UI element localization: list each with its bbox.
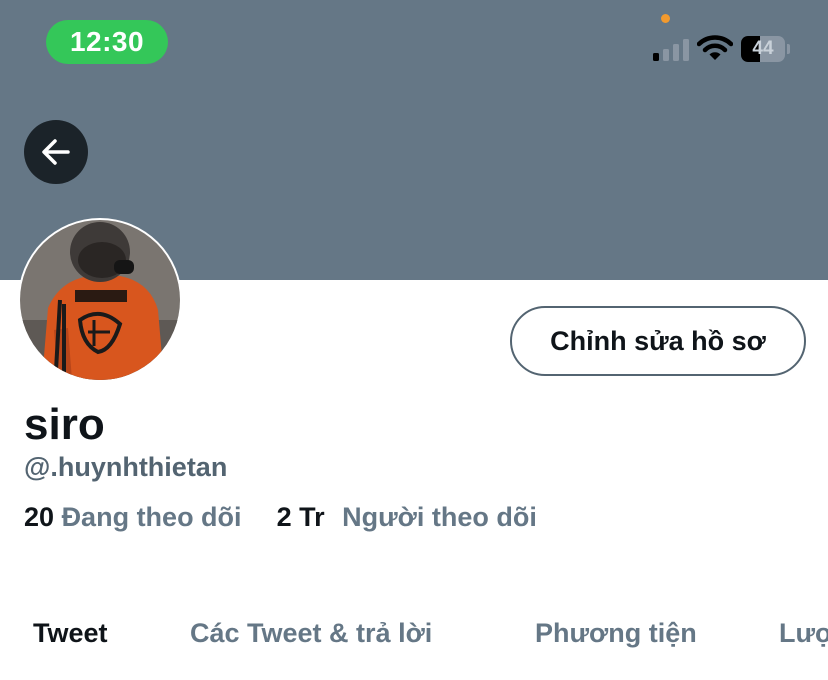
microphone-indicator-dot bbox=[661, 14, 670, 23]
battery-level: 44 bbox=[752, 38, 774, 59]
edit-profile-button[interactable]: Chỉnh sửa hồ sơ bbox=[510, 306, 806, 376]
following-link[interactable]: 20 Đang theo dõi bbox=[24, 502, 249, 532]
battery-icon: 44 bbox=[741, 36, 790, 62]
arrow-left-icon bbox=[42, 139, 70, 165]
followers-link[interactable]: 2 Tr Người theo dõi bbox=[277, 502, 537, 532]
avatar-image bbox=[20, 220, 180, 380]
tab-likes[interactable]: Lượt thích bbox=[779, 618, 828, 649]
tab-tweets-and-replies[interactable]: Các Tweet & trả lời bbox=[190, 618, 432, 649]
wifi-icon bbox=[697, 35, 733, 60]
tab-media[interactable]: Phương tiện bbox=[535, 618, 697, 649]
followers-label: Người theo dõi bbox=[342, 502, 537, 532]
avatar[interactable] bbox=[18, 218, 182, 382]
followers-count: 2 Tr bbox=[276, 502, 325, 532]
cellular-signal-icon bbox=[653, 39, 689, 61]
profile-handle: @.huynhthietan bbox=[24, 452, 228, 482]
following-label: Đang theo dõi bbox=[61, 502, 242, 532]
display-name: siro bbox=[24, 400, 105, 449]
follow-stats: 20 Đang theo dõi 2 Tr Người theo dõi bbox=[24, 502, 537, 533]
back-button[interactable] bbox=[24, 120, 88, 184]
tab-tweets[interactable]: Tweet bbox=[33, 618, 108, 649]
following-count: 20 bbox=[24, 502, 55, 532]
status-time: 12:30 bbox=[46, 20, 168, 64]
profile-tabs: Tweet Các Tweet & trả lời Phương tiện Lư… bbox=[0, 618, 828, 662]
